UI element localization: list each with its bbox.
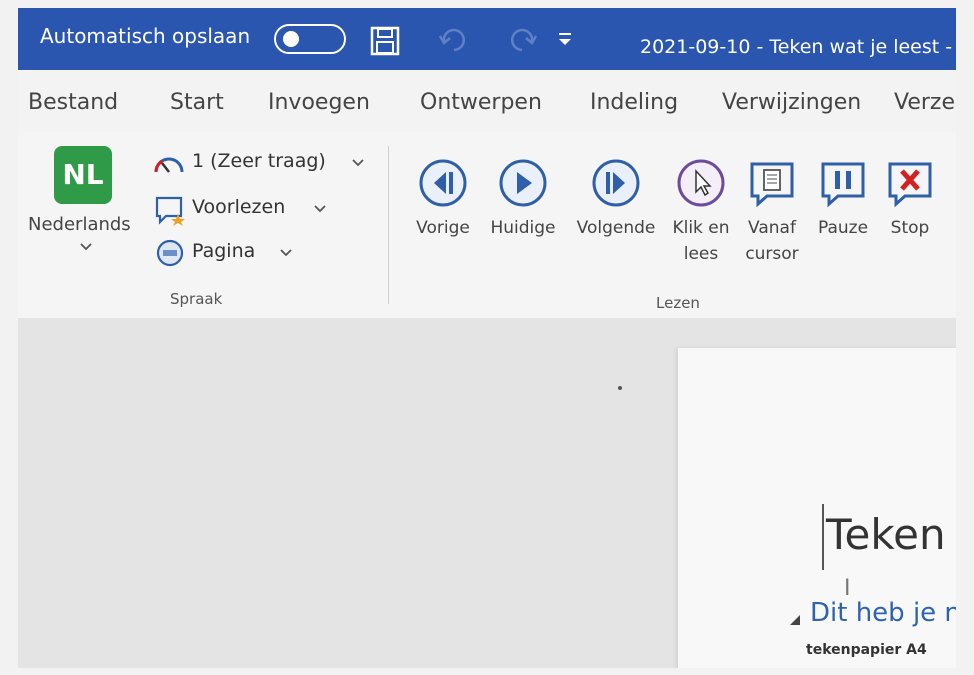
chevron-down-icon[interactable] [280, 248, 292, 258]
speed-gauge-icon[interactable] [152, 152, 186, 176]
current-label: Huidige [490, 218, 556, 238]
ribbon-tabs: Bestand Start Invoegen Ontwerpen Indelin… [18, 70, 956, 132]
pause-label: Pauze [817, 218, 869, 238]
stop-button[interactable]: Stop [880, 158, 940, 240]
pointer-icon [677, 159, 725, 207]
language-label[interactable]: Nederlands [28, 214, 131, 235]
text-cursor [822, 504, 824, 570]
document-canvas[interactable]: Teken I Dit heb je n tekenpapier A4 [18, 318, 956, 668]
tab-start[interactable]: Start [170, 90, 224, 115]
click-and-read-label-2: lees [683, 244, 719, 264]
save-icon[interactable] [370, 26, 400, 56]
page-mode-icon[interactable] [156, 239, 184, 267]
redo-icon[interactable] [496, 28, 540, 54]
from-cursor-button[interactable]: Vanaf cursor [740, 158, 804, 266]
stop-icon [888, 162, 932, 208]
next-icon [592, 159, 640, 207]
click-and-read-button[interactable]: Klik en lees [668, 158, 734, 266]
ribbon: NL Nederlands 1 (Zeer traag) Voorlezen P… [18, 132, 956, 319]
pause-button[interactable]: Pauze [812, 158, 874, 240]
previous-label: Vorige [416, 218, 470, 238]
stop-label: Stop [890, 218, 930, 238]
tab-verzenden[interactable]: Verzen [894, 90, 956, 115]
undo-icon[interactable] [436, 28, 480, 54]
tab-ontwerpen[interactable]: Ontwerpen [420, 90, 542, 115]
autosave-toggle[interactable] [274, 24, 346, 54]
current-button[interactable]: Huidige [484, 158, 562, 240]
from-cursor-label-1: Vanaf [748, 218, 796, 238]
read-aloud-button[interactable]: Voorlezen [192, 196, 285, 218]
chevron-down-icon[interactable] [352, 158, 364, 168]
group-divider [388, 146, 389, 304]
customize-toolbar-icon[interactable] [556, 30, 574, 48]
next-label: Volgende [576, 218, 656, 238]
pause-icon [821, 162, 865, 208]
tab-invoegen[interactable]: Invoegen [268, 90, 370, 115]
autosave-label: Automatisch opslaan [40, 24, 251, 48]
screen-speck [618, 386, 622, 390]
toggle-knob [283, 31, 299, 47]
tab-indeling[interactable]: Indeling [590, 90, 678, 115]
click-and-read-label-1: Klik en [672, 218, 730, 238]
previous-icon [419, 159, 467, 207]
collapse-triangle-icon[interactable] [788, 613, 802, 627]
tab-bestand[interactable]: Bestand [28, 90, 118, 115]
group-label-lezen: Lezen [656, 294, 700, 312]
chevron-down-icon[interactable] [314, 204, 326, 214]
speed-selector[interactable]: 1 (Zeer traag) [192, 150, 326, 172]
page-mode-selector[interactable]: Pagina [192, 240, 255, 262]
word-window: Automatisch opslaan 2021-09-10 - Teken w… [18, 8, 956, 668]
document-body-text[interactable]: tekenpapier A4 [806, 642, 927, 658]
chevron-down-icon[interactable] [80, 242, 92, 252]
group-label-spraak: Spraak [170, 290, 223, 308]
language-button[interactable]: NL [54, 146, 112, 204]
document-subheading[interactable]: Dit heb je n [810, 598, 956, 628]
document-title: 2021-09-10 - Teken wat je leest - [640, 36, 953, 58]
play-icon [499, 159, 547, 207]
tab-verwijzingen[interactable]: Verwijzingen [722, 90, 861, 115]
document-speech-icon [750, 162, 794, 208]
read-aloud-icon[interactable] [154, 194, 188, 226]
title-bar: Automatisch opslaan 2021-09-10 - Teken w… [18, 8, 956, 70]
document-page[interactable]: Teken I Dit heb je n tekenpapier A4 [678, 348, 956, 668]
previous-button[interactable]: Vorige [408, 158, 478, 240]
document-heading[interactable]: Teken [826, 510, 946, 559]
from-cursor-label-2: cursor [745, 244, 799, 264]
next-button[interactable]: Volgende [570, 158, 662, 240]
